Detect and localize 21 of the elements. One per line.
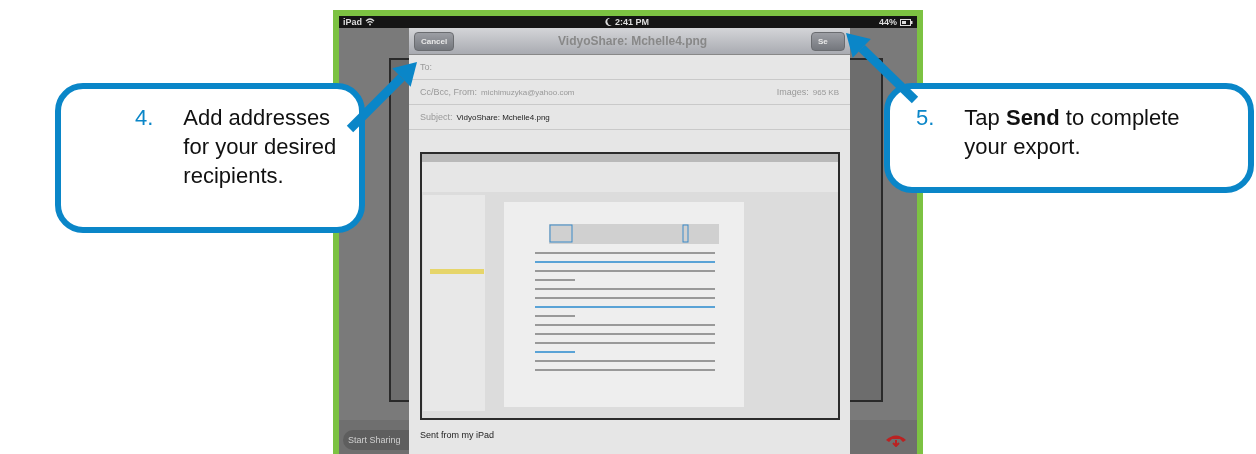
moon-icon [605,18,612,26]
mail-title: VidyoShare: Mchelle4.png [558,34,708,48]
to-label: To: [420,62,432,72]
from-address: michimuzyka@yahoo.com [481,87,575,97]
hang-up-icon [885,433,907,447]
battery-percent: 44% [878,17,897,27]
step-number: 4. [135,104,154,132]
device-name: iPad [343,17,362,27]
wifi-icon [365,18,375,26]
step-number: 5. [916,104,935,132]
send-button[interactable]: Se [811,31,845,51]
clock-time: 2:41 PM [615,17,649,27]
step-instruction: Add addresses for your desired recipients. [183,104,338,190]
cc-from-label: Cc/Bcc, From: [420,87,477,97]
battery-icon [900,18,913,26]
subject-label: Subject: [420,112,453,122]
images-size: 965 KB [812,87,839,97]
cancel-button[interactable]: Cancel [414,31,455,51]
step-instruction: Tap Send to complete your export. [964,104,1181,161]
subject-text: VidyoShare: Mchelle4.png [456,112,550,122]
images-label: Images: [776,87,809,97]
